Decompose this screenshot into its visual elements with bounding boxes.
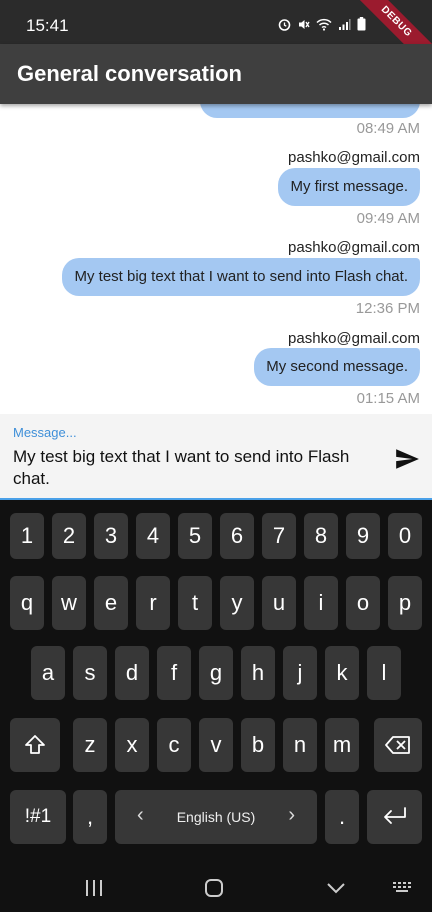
shift-icon bbox=[25, 735, 45, 754]
app-bar: General conversation bbox=[0, 44, 432, 104]
mute-icon bbox=[299, 19, 310, 29]
key-x[interactable]: x bbox=[115, 718, 149, 772]
comma-key[interactable]: , bbox=[73, 790, 107, 844]
key-c[interactable]: c bbox=[157, 718, 191, 772]
message-bubble: My first message. bbox=[278, 168, 420, 206]
key-y[interactable]: y bbox=[220, 576, 254, 630]
message-time: 09:49 AM bbox=[356, 210, 420, 227]
language-label: English (US) bbox=[176, 809, 256, 825]
key-z[interactable]: z bbox=[73, 718, 107, 772]
key-k[interactable]: k bbox=[325, 646, 359, 700]
key-h[interactable]: h bbox=[241, 646, 275, 700]
backspace-key[interactable] bbox=[374, 718, 422, 772]
key-0[interactable]: 0 bbox=[388, 513, 422, 559]
key-g[interactable]: g bbox=[199, 646, 233, 700]
navigation-bar bbox=[0, 860, 432, 912]
message-input[interactable]: My test big text that I want to send int… bbox=[13, 446, 373, 490]
key-j[interactable]: j bbox=[283, 646, 317, 700]
message-time: 08:49 AM bbox=[356, 120, 420, 137]
key-2[interactable]: 2 bbox=[52, 513, 86, 559]
status-bar: 15:41 DEBUG bbox=[0, 0, 432, 79]
key-d[interactable]: d bbox=[115, 646, 149, 700]
message-field-label: Message... bbox=[13, 425, 77, 440]
signal-icon bbox=[339, 18, 351, 30]
back-icon[interactable] bbox=[326, 881, 346, 895]
status-icons bbox=[278, 17, 366, 31]
message-time: 01:15 AM bbox=[356, 390, 420, 407]
symbols-key[interactable]: !#1 bbox=[10, 790, 66, 844]
key-n[interactable]: n bbox=[283, 718, 317, 772]
key-b[interactable]: b bbox=[241, 718, 275, 772]
key-3[interactable]: 3 bbox=[94, 513, 128, 559]
backspace-icon bbox=[385, 736, 410, 754]
key-a[interactable]: a bbox=[31, 646, 65, 700]
status-time: 15:41 bbox=[26, 16, 69, 35]
key-s[interactable]: s bbox=[73, 646, 107, 700]
key-5[interactable]: 5 bbox=[178, 513, 212, 559]
enter-key[interactable] bbox=[367, 790, 422, 844]
message-bubble bbox=[200, 104, 420, 118]
message-list[interactable]: 08:49 AM pashko@gmail.com My first messa… bbox=[0, 104, 432, 414]
key-o[interactable]: o bbox=[346, 576, 380, 630]
key-7[interactable]: 7 bbox=[262, 513, 296, 559]
key-t[interactable]: t bbox=[178, 576, 212, 630]
message-time: 12:36 PM bbox=[355, 300, 420, 317]
home-icon[interactable] bbox=[204, 878, 224, 898]
keyboard-switch-icon[interactable] bbox=[392, 881, 414, 895]
send-icon[interactable] bbox=[394, 446, 420, 472]
message-sender: pashko@gmail.com bbox=[288, 149, 420, 166]
key-i[interactable]: i bbox=[304, 576, 338, 630]
key-f[interactable]: f bbox=[157, 646, 191, 700]
key-e[interactable]: e bbox=[94, 576, 128, 630]
key-r[interactable]: r bbox=[136, 576, 170, 630]
space-bar[interactable]: ‹ English (US) › bbox=[115, 790, 317, 844]
key-q[interactable]: q bbox=[10, 576, 44, 630]
message-bubble: My second message. bbox=[254, 348, 420, 386]
wifi-icon bbox=[316, 18, 332, 31]
message-sender: pashko@gmail.com bbox=[288, 330, 420, 347]
message-composer: Message... My test big text that I want … bbox=[0, 414, 432, 500]
period-key[interactable]: . bbox=[325, 790, 359, 844]
key-p[interactable]: p bbox=[388, 576, 422, 630]
key-4[interactable]: 4 bbox=[136, 513, 170, 559]
key-v[interactable]: v bbox=[199, 718, 233, 772]
keyboard: 1 2 3 4 5 6 7 8 9 0 q w e r t y u i o p … bbox=[0, 500, 432, 912]
key-l[interactable]: l bbox=[367, 646, 401, 700]
message-bubble: My test big text that I want to send int… bbox=[62, 258, 420, 296]
enter-icon bbox=[383, 807, 406, 824]
key-9[interactable]: 9 bbox=[346, 513, 380, 559]
key-w[interactable]: w bbox=[52, 576, 86, 630]
message-sender: pashko@gmail.com bbox=[288, 239, 420, 256]
recent-apps-icon[interactable] bbox=[84, 879, 104, 897]
key-m[interactable]: m bbox=[325, 718, 359, 772]
key-u[interactable]: u bbox=[262, 576, 296, 630]
page-title: General conversation bbox=[17, 61, 242, 86]
battery-icon bbox=[357, 17, 366, 31]
language-next-icon: › bbox=[288, 804, 295, 826]
key-1[interactable]: 1 bbox=[10, 513, 44, 559]
key-8[interactable]: 8 bbox=[304, 513, 338, 559]
alarm-icon bbox=[278, 18, 291, 31]
shift-key[interactable] bbox=[10, 718, 60, 772]
key-6[interactable]: 6 bbox=[220, 513, 254, 559]
